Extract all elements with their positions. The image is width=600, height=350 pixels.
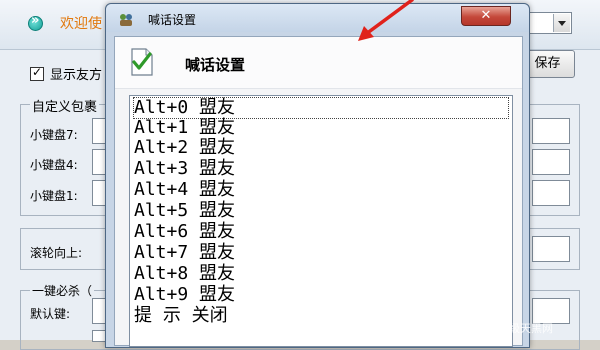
close-icon[interactable]: ✕ bbox=[481, 8, 492, 23]
close-button[interactable]: ✕ bbox=[461, 6, 511, 26]
row-label-default-key: 默认键: bbox=[30, 307, 71, 321]
dialog-header: 喊话设置 bbox=[115, 37, 522, 89]
dialog-titlebar[interactable]: 喊话设置 ✕ bbox=[106, 4, 529, 32]
dialog-title: 喊话设置 bbox=[148, 13, 197, 27]
checklist-icon bbox=[131, 48, 153, 76]
shout-settings-dialog: 喊话设置 ✕ 喊话设置 Alt+0 盟友 Alt+1 盟友 Alt+2 盟友 A… bbox=[105, 3, 530, 348]
list-item[interactable]: 提 示 关闭 bbox=[134, 306, 228, 326]
keypad7-input-right[interactable] bbox=[532, 118, 570, 144]
list-item[interactable]: Alt+1 盟友 bbox=[134, 118, 235, 138]
list-item[interactable]: Alt+5 盟友 bbox=[134, 201, 235, 221]
app-icon bbox=[120, 14, 132, 26]
keypad1-input-right[interactable] bbox=[532, 180, 570, 206]
list-item[interactable]: Alt+2 盟友 bbox=[134, 138, 235, 158]
list-item[interactable]: Alt+9 盟友 bbox=[134, 285, 235, 305]
row-label-keypad1: 小键盘1: bbox=[30, 189, 78, 203]
list-item[interactable]: Alt+7 盟友 bbox=[134, 243, 235, 263]
show-friend-checkbox[interactable]: 显示友方 bbox=[30, 64, 102, 83]
row-label-scroll-up: 滚轮向上: bbox=[30, 246, 83, 260]
list-item[interactable]: Alt+3 盟友 bbox=[134, 159, 235, 179]
group-title: 自定义包裹 bbox=[30, 96, 100, 115]
show-friend-label: 显示友方 bbox=[50, 68, 103, 83]
list-item[interactable]: Alt+6 盟友 bbox=[134, 222, 235, 242]
shout-listbox[interactable]: Alt+0 盟友 Alt+1 盟友 Alt+2 盟友 Alt+3 盟友 Alt+… bbox=[129, 95, 513, 347]
welcome-text: 欢迎使 bbox=[60, 16, 102, 32]
row-label-oneclick: 一键必杀（ bbox=[30, 282, 95, 299]
keypad4-input-right[interactable] bbox=[532, 149, 570, 175]
scroll-up-input-right[interactable] bbox=[532, 236, 570, 262]
watermark-text: 超级天黑网 bbox=[498, 322, 553, 335]
row-label-keypad7: 小键盘7: bbox=[30, 128, 78, 142]
list-item[interactable]: Alt+4 盟友 bbox=[134, 180, 235, 200]
dialog-header-title: 喊话设置 bbox=[185, 56, 246, 74]
row-label-keypad4: 小键盘4: bbox=[30, 158, 78, 172]
annotation-arrow-icon bbox=[358, 0, 414, 41]
list-item[interactable]: Alt+0 盟友 bbox=[133, 97, 509, 119]
list-item[interactable]: Alt+8 盟友 bbox=[134, 264, 235, 284]
checkbox-checked-icon[interactable] bbox=[30, 65, 44, 81]
teal-arrow-icon bbox=[28, 13, 43, 31]
dropdown-arrow-icon[interactable] bbox=[553, 14, 570, 32]
dialog-body: 喊话设置 Alt+0 盟友 Alt+1 盟友 Alt+2 盟友 Alt+3 盟友… bbox=[114, 36, 523, 347]
